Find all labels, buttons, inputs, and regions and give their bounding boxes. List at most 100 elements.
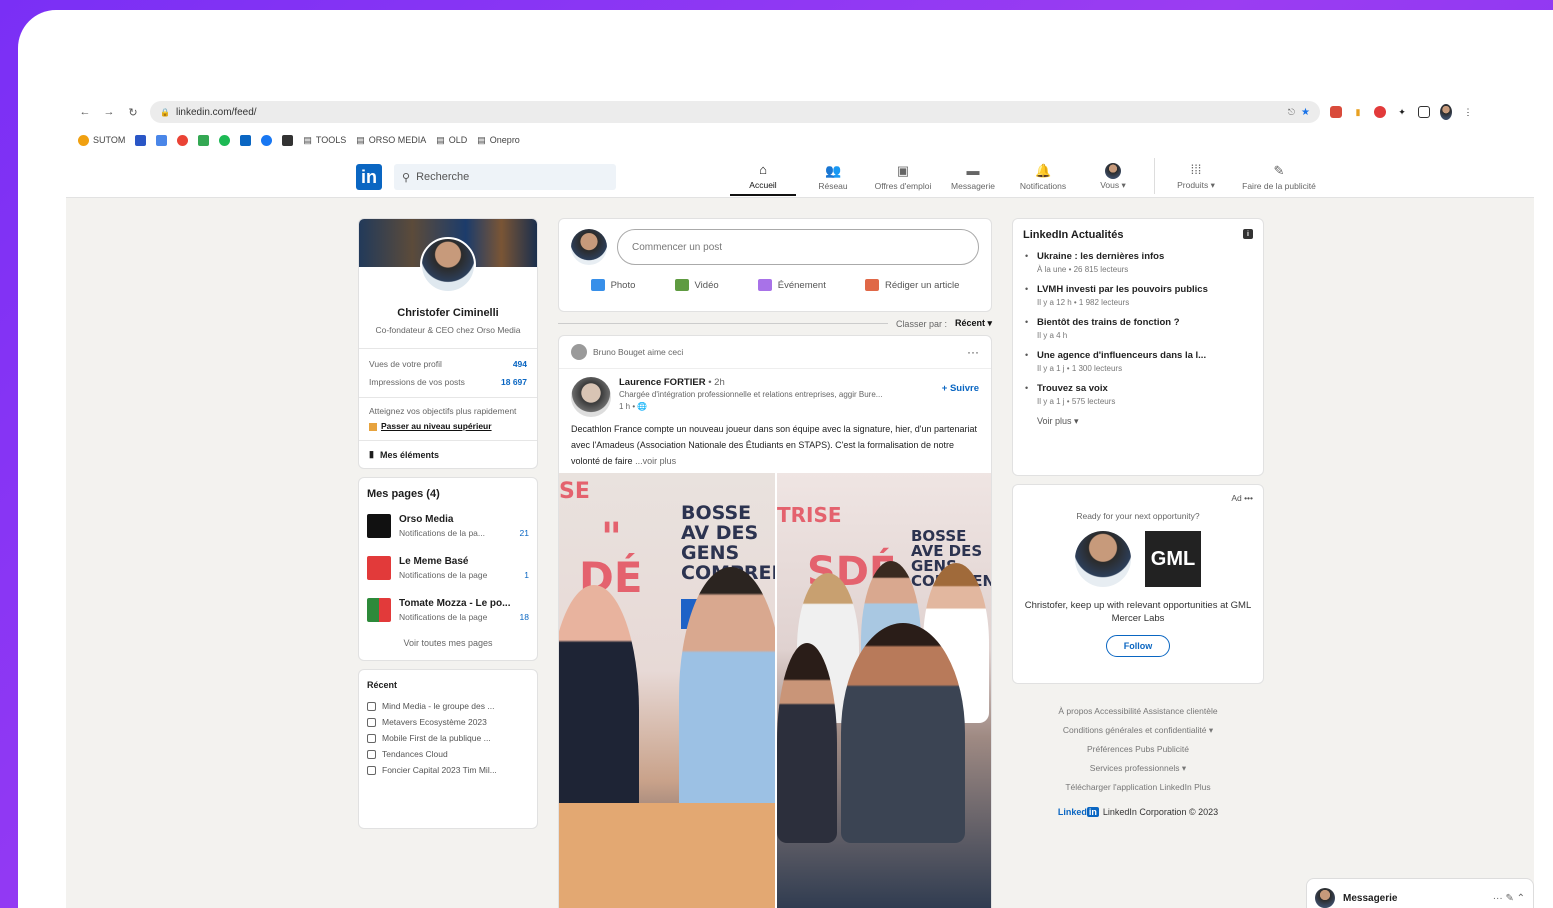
recent-item[interactable]: Foncier Capital 2023 Tim Mil... — [359, 762, 537, 778]
nav-messaging[interactable]: ▬ Messagerie — [940, 158, 1006, 196]
bookmark-icon-3[interactable] — [177, 134, 189, 146]
bell-icon: 🔔 — [1035, 162, 1052, 178]
bookmark-icon-8[interactable] — [282, 134, 294, 146]
home-icon: ⌂ — [759, 161, 767, 177]
post-composer: Commencer un post Photo Vidéo Événement … — [558, 218, 992, 312]
photo-button[interactable]: Photo — [590, 279, 635, 291]
extension-icon-2[interactable]: ▮ — [1352, 106, 1364, 118]
author-avatar[interactable] — [571, 377, 611, 417]
write-article-button[interactable]: Rédiger un article — [864, 279, 959, 291]
sidepanel-icon[interactable] — [1418, 106, 1430, 118]
saved-items-link[interactable]: ▮ Mes éléments — [359, 441, 537, 468]
profile-name[interactable]: Christofer Ciminelli — [359, 307, 537, 319]
bookmark-folder-tools[interactable]: ▤ TOOLS — [303, 135, 346, 146]
star-icon[interactable]: ★ — [1301, 107, 1310, 118]
post-image[interactable]: SE " DÉ BOSSE AV DES GENS COMPREI DE TRI… — [559, 473, 991, 908]
bookmark-icon-5[interactable] — [219, 134, 231, 146]
more-options-icon[interactable]: ··· — [967, 345, 979, 359]
my-pages-title: Mes pages (4) — [367, 488, 440, 500]
nav-home[interactable]: ⌂ Accueil — [730, 158, 796, 196]
premium-upsell[interactable]: Atteignez vos objectifs plus rapidement … — [359, 398, 537, 440]
messaging-actions[interactable]: ··· ✎ ⌃ — [1493, 893, 1525, 904]
nav-network[interactable]: 👥 Réseau — [800, 158, 866, 196]
bookmark-icon-1[interactable] — [135, 134, 147, 146]
footer-link-row[interactable]: Télécharger l'application LinkedIn Plus — [1012, 778, 1264, 797]
news-item[interactable]: Ukraine : les dernières infosÀ la une • … — [1023, 251, 1253, 274]
profile-avatar[interactable] — [420, 237, 476, 293]
news-item[interactable]: Trouvez sa voixIl y a 1 j • 575 lecteurs — [1023, 383, 1253, 406]
page-item[interactable]: Orso Media Notifications de la pa... 21 — [359, 508, 537, 550]
address-bar[interactable]: 🔒 linkedin.com/feed/ ⎋ ★ — [150, 101, 1320, 123]
stat-profile-views[interactable]: Vues de votre profil 494 — [359, 355, 537, 373]
news-item[interactable]: Une agence d'influenceurs dans la l...Il… — [1023, 350, 1253, 373]
extension-icon-1[interactable] — [1330, 106, 1342, 118]
info-icon[interactable]: i — [1243, 229, 1253, 239]
event-icon — [367, 733, 376, 743]
liker-avatar[interactable] — [571, 344, 587, 360]
recent-item[interactable]: Mind Media - le groupe des ... — [359, 698, 537, 714]
recent-item[interactable]: Mobile First de la publique ... — [359, 730, 537, 746]
sort-dropdown[interactable]: Récent ▾ — [955, 318, 992, 329]
bookmark-icon-7[interactable] — [261, 134, 273, 146]
footer-link-row[interactable]: À propos Accessibilité Assistance client… — [1012, 702, 1264, 721]
page-logo — [367, 598, 391, 622]
nav-products[interactable]: ⁞⁞⁞ Produits ▾ — [1163, 158, 1229, 196]
recent-item[interactable]: Tendances Cloud — [359, 746, 537, 762]
start-post-input[interactable]: Commencer un post — [617, 229, 979, 265]
news-item[interactable]: Bientôt des trains de fonction ?Il y a 4… — [1023, 317, 1253, 340]
linkedin-logo-icon[interactable]: in — [356, 164, 382, 190]
see-more-link[interactable]: ...voir plus — [635, 456, 676, 466]
footer-link-row[interactable]: Conditions générales et confidentialité … — [1012, 721, 1264, 740]
folder-icon: ▤ — [356, 134, 365, 145]
nav-divider — [1154, 158, 1155, 194]
reload-icon[interactable]: ↻ — [126, 105, 140, 119]
extension-icon-3[interactable] — [1374, 106, 1386, 118]
footer-link-row[interactable]: Services professionnels ▾ — [1012, 759, 1264, 778]
share-icon[interactable]: ⎋ — [1288, 107, 1295, 118]
recent-item[interactable]: Metavers Ecosystème 2023 — [359, 714, 537, 730]
nav-jobs[interactable]: ▣ Offres d'emploi — [870, 158, 936, 196]
feed-column: Commencer un post Photo Vidéo Événement … — [558, 218, 992, 908]
event-button[interactable]: Événement — [757, 279, 826, 291]
forward-icon[interactable]: → — [102, 105, 116, 119]
nav-advertise[interactable]: ✎ Faire de la publicité — [1233, 158, 1325, 196]
stat-post-impressions[interactable]: Impressions de vos posts 18 697 — [359, 373, 537, 391]
page-item[interactable]: Tomate Mozza - Le po... Notifications de … — [359, 592, 537, 634]
news-item[interactable]: LVMH investi par les pouvoirs publicsIl … — [1023, 284, 1253, 307]
page-item[interactable]: Le Meme Basé Notifications de la page 1 — [359, 550, 537, 592]
nav-notifications[interactable]: 🔔 Notifications — [1010, 158, 1076, 196]
follow-button[interactable]: + Suivre — [942, 383, 979, 394]
news-see-more[interactable]: Voir plus ▾ — [1037, 416, 1253, 427]
bookmark-icon-4[interactable] — [198, 134, 210, 146]
news-title: LinkedIn Actualités — [1023, 229, 1124, 241]
puzzle-icon[interactable]: ✦ — [1396, 106, 1408, 118]
ad-follow-button[interactable]: Follow — [1106, 635, 1170, 657]
author-name[interactable]: Laurence FORTIER • 2h — [619, 377, 934, 388]
avatar-icon — [1105, 163, 1121, 179]
bookmark-sutom[interactable]: SUTOM — [78, 134, 125, 146]
post-social-context: Bruno Bouget aime ceci ··· — [559, 336, 991, 369]
profile-icon[interactable] — [1440, 104, 1452, 120]
bookmark-folder-onepro[interactable]: ▤ Onepro — [477, 135, 520, 146]
bookmark-folder-orso[interactable]: ▤ ORSO MEDIA — [356, 135, 426, 146]
video-button[interactable]: Vidéo — [674, 279, 719, 291]
search-icon: ⚲ — [402, 171, 411, 184]
menu-icon[interactable]: ⋮ — [1462, 106, 1474, 118]
my-pages-card: Mes pages (4) Orso Media Notifications de… — [358, 477, 538, 661]
author-headline: Chargée d'intégration professionnelle et… — [619, 390, 883, 399]
messaging-widget[interactable]: Messagerie ··· ✎ ⌃ — [1306, 878, 1534, 908]
footer-link-row[interactable]: Préférences Pubs Publicité — [1012, 740, 1264, 759]
bookmark-folder-old[interactable]: ▤ OLD — [436, 135, 467, 146]
network-icon: 👥 — [825, 162, 842, 178]
bookmark-icon-6[interactable] — [240, 134, 252, 146]
nav-me[interactable]: Vous ▾ — [1080, 158, 1146, 196]
main-nav: ⌂ Accueil 👥 Réseau ▣ Offres d'emploi ▬ Messa… — [730, 158, 1325, 196]
ad-label[interactable]: Ad ••• — [1023, 493, 1253, 503]
search-input[interactable]: ⚲ Recherche — [394, 164, 616, 190]
bookmark-icon-2[interactable] — [156, 134, 168, 146]
see-all-pages-link[interactable]: Voir toutes mes pages — [359, 634, 537, 660]
ad-company-logo[interactable]: GML — [1145, 531, 1201, 587]
back-icon[interactable]: ← — [78, 105, 92, 119]
feed-sort: Classer par : Récent ▾ — [558, 318, 992, 329]
composer-avatar[interactable] — [571, 229, 607, 265]
